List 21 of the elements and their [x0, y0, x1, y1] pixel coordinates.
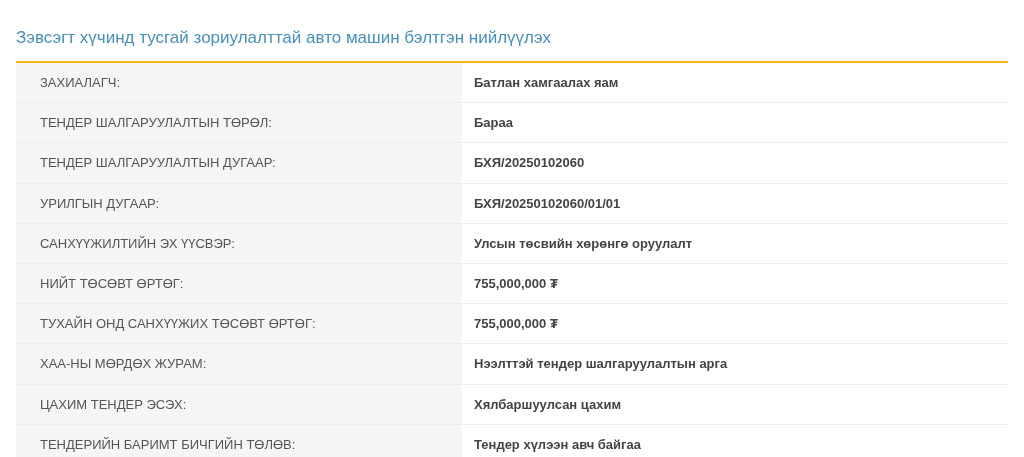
field-label: ТУХАЙН ОНД САНХҮҮЖИХ ТӨСӨВТ ӨРТӨГ:	[16, 304, 462, 344]
field-label: ТЕНДЕР ШАЛГАРУУЛАЛТЫН ТӨРӨЛ:	[16, 103, 462, 143]
field-value: Хялбаршуулсан цахим	[473, 395, 623, 414]
field-label: УРИЛГЫН ДУГААР:	[16, 183, 462, 223]
field-label: ТЕНДЕР ШАЛГАРУУЛАЛТЫН ДУГААР:	[16, 143, 462, 183]
field-value: БХЯ/20250102060	[473, 154, 586, 173]
field-value: Тендер хүлээн авч байгаа	[473, 435, 642, 454]
field-value: 755,000,000 ₮	[473, 315, 559, 334]
field-value: Батлан хамгаалах яам	[473, 74, 620, 93]
field-label: НИЙТ ТӨСӨВТ ӨРТӨГ:	[16, 263, 462, 304]
field-label: ТЕНДЕРИЙН БАРИМТ БИЧГИЙН ТӨЛӨВ:	[16, 424, 462, 457]
page-title: Зэвсэгт хүчинд тусгай зориулалттай авто машин бэлтгэн нийлүүлэх	[16, 27, 553, 49]
field-label: ХАА-НЫ МӨРДӨХ ЖУРАМ:	[16, 344, 462, 384]
field-value: Улсын төсвийн хөрөнгө оруулалт	[473, 234, 694, 253]
field-label: САНХҮҮЖИЛТИЙН ЭХ ҮҮСВЭР:	[16, 223, 462, 263]
field-value: БХЯ/20250102060/01/01	[473, 194, 622, 213]
field-value: 755,000,000 ₮	[473, 275, 559, 294]
field-value: Бараа	[473, 114, 514, 133]
field-label: ЦАХИМ ТЕНДЕР ЭСЭХ:	[16, 384, 462, 424]
field-label: ЗАХИАЛАГЧ:	[16, 63, 462, 103]
field-value: Нээлттэй тендер шалгаруулалтын арга	[473, 355, 729, 374]
